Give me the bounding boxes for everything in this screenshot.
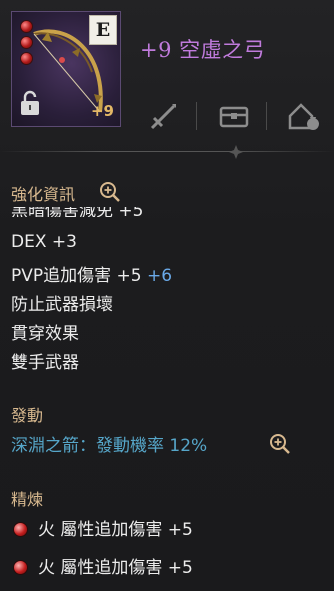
- item-tooltip-panel: E +9 +9 空虛之弓 強化資訊 黑暗傷害減免 +5 DEX +3 PVP追加…: [0, 0, 334, 591]
- section-divider: [0, 151, 334, 152]
- stat-text: DEX +3: [11, 232, 77, 252]
- refine-section-title: 精煉: [11, 490, 44, 509]
- house-bag-icon[interactable]: [286, 98, 322, 134]
- divider-ornament-icon: [229, 145, 243, 159]
- socket-gem-icon: [20, 52, 33, 65]
- unlock-icon: [21, 90, 39, 115]
- magnifier-plus-icon[interactable]: [99, 181, 121, 203]
- toolbar-separator: [266, 102, 267, 130]
- activation-section-title: 發動: [11, 406, 44, 425]
- stat-line: DEX +3: [11, 232, 77, 252]
- enhance-level: +9: [90, 102, 114, 120]
- refine-line: 火 屬性追加傷害 +5: [38, 558, 193, 578]
- fire-gem-icon: [13, 522, 28, 537]
- fire-gem-icon: [13, 560, 28, 575]
- stat-text: 雙手武器: [11, 353, 79, 373]
- stat-line: 雙手武器: [11, 348, 79, 373]
- socket-gem-icon: [20, 36, 33, 49]
- treasure-chest-icon[interactable]: [216, 98, 252, 134]
- magnifier-plus-icon[interactable]: [269, 433, 291, 455]
- refine-line: 火 屬性追加傷害 +5: [38, 520, 193, 540]
- stat-line: PVP追加傷害 +5 +6: [11, 261, 172, 286]
- socket-gem-icon: [20, 20, 33, 33]
- enhance-section-title: 強化資訊: [11, 185, 76, 204]
- stat-bonus: +6: [147, 266, 173, 286]
- stat-text: PVP追加傷害 +5: [11, 266, 142, 286]
- scrolled-stat-text: 黑暗傷害減免 +5: [11, 207, 144, 217]
- stat-line: 防止武器損壞: [11, 290, 113, 315]
- item-icon[interactable]: E +9: [11, 11, 121, 127]
- scrolled-stat-line: 黑暗傷害減免 +5: [11, 207, 191, 217]
- stat-text: 防止武器損壞: [11, 295, 113, 315]
- stat-text: 貫穿效果: [11, 324, 79, 344]
- sword-icon[interactable]: [146, 98, 182, 134]
- toolbar-separator: [196, 102, 197, 130]
- grade-badge: E: [89, 15, 117, 45]
- stat-line: 貫穿效果: [11, 319, 79, 344]
- item-name: +9 空虛之弓: [140, 38, 266, 62]
- skill-line: 深淵之箭：發動機率 12%: [11, 436, 208, 456]
